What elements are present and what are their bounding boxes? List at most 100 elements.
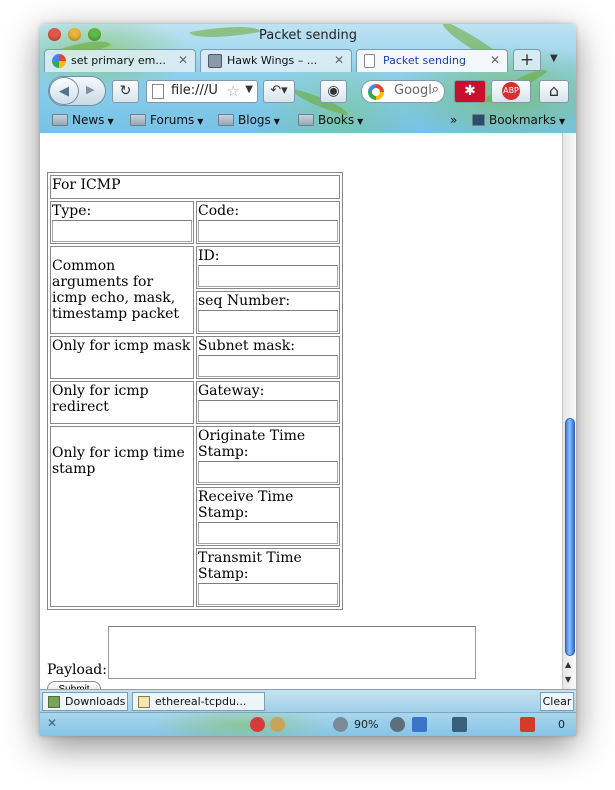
new-tab-button[interactable]: + bbox=[513, 49, 541, 71]
redirect-only-cell: Only for icmp redirect bbox=[50, 381, 194, 424]
transmit-timestamp-input[interactable] bbox=[198, 583, 338, 605]
stumbleupon-icon[interactable] bbox=[250, 717, 265, 732]
tab-label: Packet sending bbox=[383, 54, 466, 67]
originate-timestamp-input[interactable] bbox=[198, 461, 338, 483]
subnet-mask-input[interactable] bbox=[198, 355, 338, 377]
download-item-ethereal[interactable]: ethereal-tcpdu... bbox=[132, 692, 265, 711]
status-bar: ✕ 90% 0 bbox=[40, 712, 576, 736]
seq-cell: seq Number: bbox=[196, 291, 340, 334]
downloads-icon bbox=[48, 696, 60, 708]
bookmark-folder-books[interactable]: Books ▼ bbox=[298, 113, 363, 127]
blog-icon[interactable] bbox=[390, 717, 405, 732]
back-button[interactable]: ◀ bbox=[49, 77, 79, 105]
id-input[interactable] bbox=[198, 265, 338, 287]
folder-icon bbox=[218, 114, 234, 126]
gateway-cell: Gateway: bbox=[196, 381, 340, 424]
tab-strip: set primary em... ✕ Hawk Wings – ... ✕ P… bbox=[40, 48, 576, 72]
timestamp-only-cell: Only for icmp time stamp bbox=[50, 426, 194, 607]
type-cell: Type: bbox=[50, 201, 194, 244]
google-search-engine-icon[interactable] bbox=[368, 84, 384, 100]
tab-list-dropdown-icon[interactable]: ▼ bbox=[550, 53, 558, 64]
vertical-scrollbar[interactable]: ▲ ▼ bbox=[562, 133, 576, 689]
download-bar: Downloads ethereal-tcpdu... Clear bbox=[40, 689, 576, 712]
dropdown-icon: ▼ bbox=[357, 117, 364, 126]
bookmarks-toolbar: News ▼ Forums ▼ Blogs ▼ Books ▼ » Bookmarks ▼ bbox=[40, 110, 576, 132]
url-bar[interactable]: file:///U ☆ ▼ bbox=[146, 80, 258, 103]
tab-packet-sending[interactable]: Packet sending ✕ bbox=[356, 49, 508, 72]
undo-closed-tab-button[interactable]: ↶▾ bbox=[263, 80, 295, 103]
scroll-up-arrow-icon[interactable]: ▲ bbox=[565, 660, 571, 669]
bookmark-folder-news[interactable]: News ▼ bbox=[52, 113, 114, 127]
tab-label: set primary em... bbox=[71, 54, 166, 67]
gmail-icon[interactable] bbox=[520, 717, 535, 732]
monkey-icon[interactable] bbox=[270, 717, 285, 732]
transmit-timestamp-label: Transmit Time Stamp: bbox=[198, 550, 302, 582]
bookmark-star-icon[interactable]: ☆ bbox=[226, 82, 240, 100]
folder-icon bbox=[130, 114, 146, 126]
tab-close-icon[interactable]: ✕ bbox=[178, 53, 188, 67]
blank-page-icon bbox=[364, 54, 375, 68]
common-args-label: Common arguments for icmp echo, mask, ti… bbox=[52, 258, 180, 322]
code-cell: Code: bbox=[196, 201, 340, 244]
zoom-level[interactable]: 90% bbox=[354, 718, 378, 731]
gateway-input[interactable] bbox=[198, 400, 338, 422]
delicious-extension-button[interactable]: ✱ bbox=[454, 80, 486, 103]
home-button[interactable]: ⌂ bbox=[539, 80, 569, 103]
search-icon[interactable]: ⌕ bbox=[431, 82, 439, 97]
folder-icon bbox=[298, 114, 314, 126]
submit-button[interactable]: Submit bbox=[47, 681, 101, 689]
subnet-mask-label: Subnet mask: bbox=[198, 338, 295, 354]
bookmark-folder-forums[interactable]: Forums ▼ bbox=[130, 113, 203, 127]
code-label: Code: bbox=[198, 203, 240, 219]
section-title: For ICMP bbox=[52, 177, 121, 193]
close-status-icon[interactable]: ✕ bbox=[47, 716, 57, 730]
type-input[interactable] bbox=[52, 220, 192, 242]
receive-cell: Receive Time Stamp: bbox=[196, 487, 340, 546]
url-history-dropdown-icon[interactable]: ▼ bbox=[245, 84, 253, 95]
adblock-plus-button[interactable]: ABP bbox=[491, 80, 531, 103]
icmp-form-table: For ICMP Type: Code: Common arguments fo… bbox=[47, 172, 343, 610]
tab-set-primary-email[interactable]: set primary em... ✕ bbox=[44, 49, 196, 72]
downloads-button[interactable]: Downloads bbox=[42, 692, 128, 711]
bookmark-folder-blogs[interactable]: Blogs ▼ bbox=[218, 113, 280, 127]
common-args-cell: Common arguments for icmp echo, mask, ti… bbox=[50, 246, 194, 334]
search-bar[interactable]: Googl ⌕ bbox=[361, 80, 445, 103]
dropdown-icon: ▼ bbox=[107, 117, 114, 126]
mail-count: 0 bbox=[558, 718, 565, 731]
forward-button[interactable]: ▶ bbox=[86, 83, 94, 96]
tab-close-icon[interactable]: ✕ bbox=[334, 53, 344, 67]
type-label: Type: bbox=[52, 203, 92, 219]
bookmark-sync-icon[interactable] bbox=[452, 717, 467, 732]
payload-textarea[interactable] bbox=[108, 626, 476, 679]
tab-hawk-wings[interactable]: Hawk Wings – ... ✕ bbox=[200, 49, 352, 72]
receive-timestamp-label: Receive Time Stamp: bbox=[198, 489, 294, 521]
mask-only-cell: Only for icmp mask bbox=[50, 336, 194, 379]
search-placeholder: Googl bbox=[394, 83, 432, 98]
dropdown-icon: ▼ bbox=[197, 117, 204, 126]
seq-number-input[interactable] bbox=[198, 310, 338, 332]
back-forward-group: ◀ ▶ bbox=[48, 76, 106, 106]
bookmarks-star-icon bbox=[472, 114, 485, 126]
scrollbar-thumb[interactable] bbox=[565, 418, 575, 656]
reload-button[interactable]: ↻ bbox=[112, 80, 139, 103]
google-icon bbox=[52, 54, 66, 68]
code-input[interactable] bbox=[198, 220, 338, 242]
page-content: For ICMP Type: Code: Common arguments fo… bbox=[40, 133, 562, 689]
scroll-down-arrow-icon[interactable]: ▼ bbox=[565, 675, 571, 684]
title-bar: Packet sending bbox=[40, 24, 576, 46]
dropdown-icon: ▼ bbox=[273, 117, 280, 126]
web-inspector-button[interactable]: ◉ bbox=[320, 80, 347, 103]
clear-downloads-button[interactable]: Clear bbox=[540, 692, 574, 711]
mask-only-label: Only for icmp mask bbox=[52, 338, 191, 354]
bookmarks-menu-button[interactable]: Bookmarks ▼ bbox=[472, 113, 565, 127]
url-text: file:///U bbox=[171, 83, 218, 98]
xmarks-icon[interactable] bbox=[412, 717, 427, 732]
seq-number-label: seq Number: bbox=[198, 293, 291, 309]
receive-timestamp-input[interactable] bbox=[198, 522, 338, 544]
page-icon bbox=[152, 84, 164, 99]
zoom-magnifier-icon[interactable] bbox=[333, 717, 348, 732]
redirect-only-label: Only for icmp redirect bbox=[52, 383, 149, 415]
tab-close-icon[interactable]: ✕ bbox=[490, 53, 500, 67]
bookmarks-overflow-button[interactable]: » bbox=[450, 113, 457, 127]
navigation-toolbar: ◀ ▶ ↻ file:///U ☆ ▼ ↶▾ ◉ Googl ⌕ ✱ ABP ⌂ bbox=[40, 72, 576, 110]
